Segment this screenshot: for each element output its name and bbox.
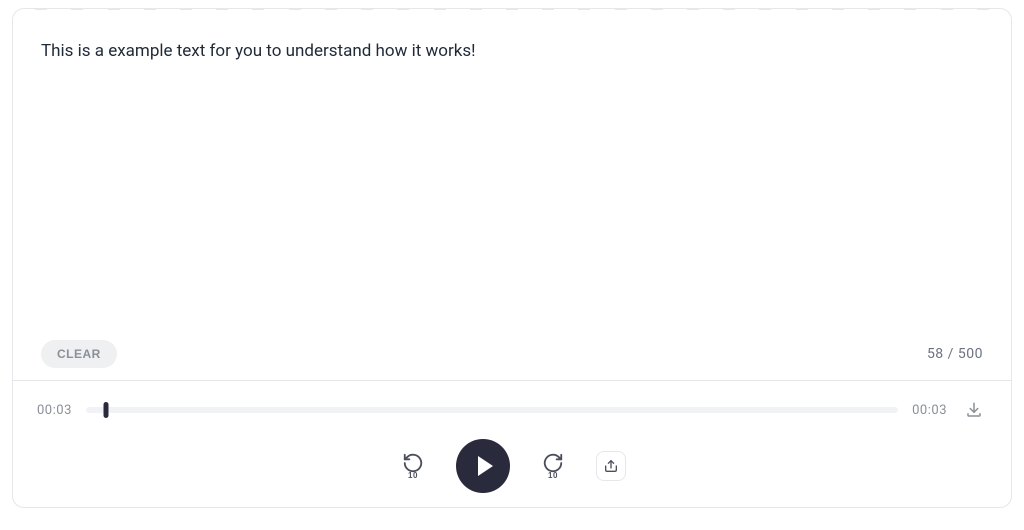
text-input[interactable]: This is a example text for you to unders… bbox=[41, 39, 983, 336]
text-footer: CLEAR 58 / 500 bbox=[41, 340, 983, 368]
character-count: 58 / 500 bbox=[927, 346, 983, 362]
tts-panel: This is a example text for you to unders… bbox=[12, 8, 1012, 508]
audio-player: 00:03 00:03 10 10 bbox=[13, 381, 1011, 507]
progress-thumb[interactable] bbox=[104, 402, 109, 418]
forward-10-button[interactable]: 10 bbox=[538, 448, 568, 484]
playback-controls: 10 10 bbox=[37, 439, 987, 493]
download-icon bbox=[965, 401, 983, 419]
progress-row: 00:03 00:03 bbox=[37, 397, 987, 423]
rewind-label: 10 bbox=[408, 471, 418, 480]
share-icon bbox=[603, 458, 619, 474]
download-button[interactable] bbox=[961, 397, 987, 423]
forward-label: 10 bbox=[548, 471, 558, 480]
play-icon bbox=[478, 456, 493, 476]
text-area-region: This is a example text for you to unders… bbox=[13, 9, 1011, 380]
clear-button[interactable]: CLEAR bbox=[41, 340, 117, 368]
progress-track[interactable] bbox=[86, 407, 898, 413]
rewind-10-button[interactable]: 10 bbox=[398, 448, 428, 484]
share-button[interactable] bbox=[596, 451, 626, 481]
total-time: 00:03 bbox=[912, 403, 947, 418]
play-button[interactable] bbox=[456, 439, 510, 493]
current-time: 00:03 bbox=[37, 403, 72, 418]
